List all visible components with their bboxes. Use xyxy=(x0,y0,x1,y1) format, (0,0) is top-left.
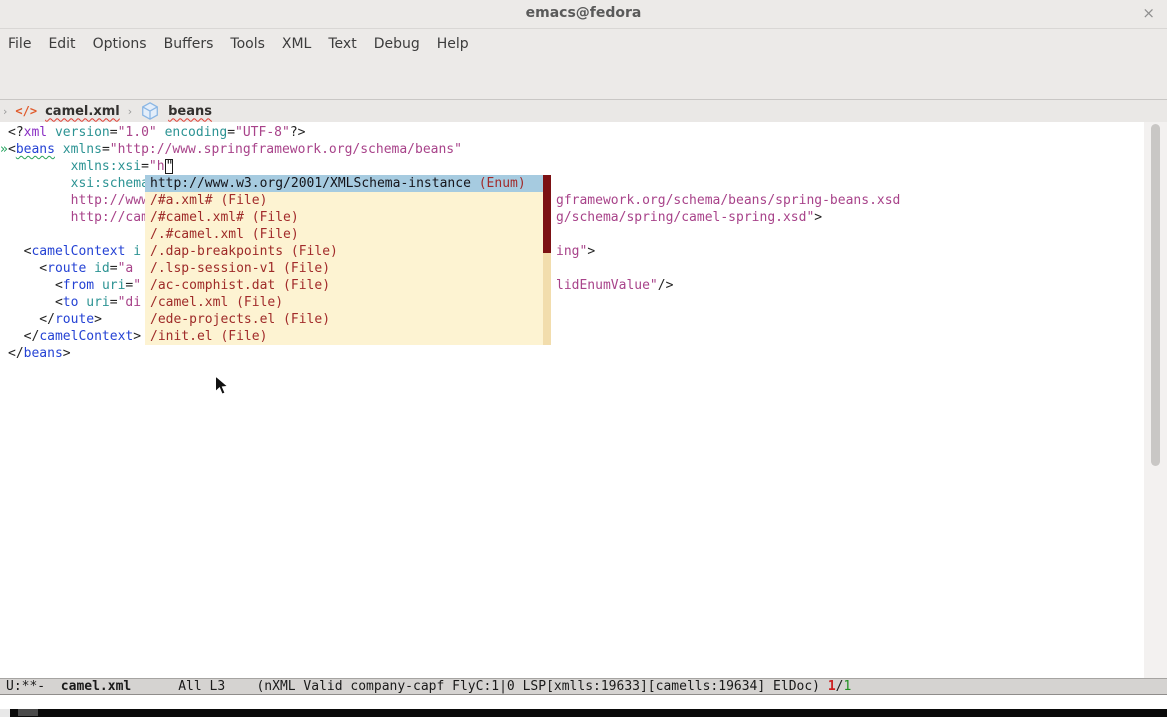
completion-item[interactable]: /init.el (File) xyxy=(145,328,551,345)
completion-item[interactable]: /ac-comphist.dat (File) xyxy=(145,277,551,294)
menu-bar: File Edit Options Buffers Tools XML Text Debug H… xyxy=(0,29,1167,58)
modeline-ok-count[interactable]: 1 xyxy=(843,679,851,694)
close-icon[interactable]: × xyxy=(1142,5,1155,21)
breadcrumb-node[interactable]: beans xyxy=(168,104,212,119)
breadcrumb-root-chevron: › xyxy=(3,105,7,118)
completion-item[interactable]: http://www.w3.org/2001/XMLSchema-instanc… xyxy=(145,175,551,192)
menu-item-options[interactable]: Options xyxy=(93,36,147,52)
popup-scrollbar[interactable] xyxy=(543,175,551,345)
echo-area[interactable] xyxy=(0,695,1167,709)
menu-item-buffers[interactable]: Buffers xyxy=(164,36,214,52)
menu-item-xml[interactable]: XML xyxy=(282,36,311,52)
menu-item-text[interactable]: Text xyxy=(328,36,356,52)
completion-item[interactable]: /#camel.xml# (File) xyxy=(145,209,551,226)
window-scrollbar-thumb[interactable] xyxy=(1151,124,1160,466)
tool-bar: Save Undo xyxy=(0,58,1167,100)
popup-scrollbar-thumb[interactable] xyxy=(543,175,551,253)
code-line[interactable]: <?xml version="1.0" encoding="UTF-8"?> xyxy=(0,124,1144,141)
xml-tag-icon: </> xyxy=(15,104,37,118)
breadcrumb-file[interactable]: camel.xml xyxy=(45,104,120,119)
completion-popup: http://www.w3.org/2001/XMLSchema-instanc… xyxy=(145,175,551,345)
fringe-indicator-icon: » xyxy=(0,141,8,158)
breadcrumb-separator: › xyxy=(128,105,132,118)
cube-icon xyxy=(140,101,160,121)
code-line[interactable]: </beans> xyxy=(0,345,1144,362)
completion-item[interactable]: /.lsp-session-v1 (File) xyxy=(145,260,551,277)
code-line[interactable]: »<beans xmlns="http://www.springframewor… xyxy=(0,141,1144,158)
bottom-edge xyxy=(10,709,1167,717)
modeline-status: U:**- xyxy=(6,679,61,694)
code-line[interactable]: xmlns:xsi="h" xyxy=(0,158,1144,175)
completion-item[interactable]: /.#camel.xml (File) xyxy=(145,226,551,243)
completion-item[interactable]: /camel.xml (File) xyxy=(145,294,551,311)
menu-item-debug[interactable]: Debug xyxy=(374,36,420,52)
modeline-buffer-name[interactable]: camel.xml xyxy=(61,679,131,694)
mode-line: U:**- camel.xml All L3 (nXML Valid compa… xyxy=(0,678,1167,695)
bottom-patch xyxy=(18,709,38,716)
menu-item-tools[interactable]: Tools xyxy=(230,36,265,52)
modeline-info: All L3 (nXML Valid company-capf FlyC:1|0… xyxy=(131,679,828,694)
breadcrumb: › </> camel.xml › beans xyxy=(0,100,1167,122)
mouse-cursor-icon xyxy=(214,375,230,401)
menu-item-file[interactable]: File xyxy=(8,36,31,52)
menu-item-edit[interactable]: Edit xyxy=(48,36,75,52)
completion-item[interactable]: /.dap-breakpoints (File) xyxy=(145,243,551,260)
bottom-corner xyxy=(0,709,10,717)
window-title: emacs@fedora xyxy=(0,5,1167,21)
window-scrollbar[interactable] xyxy=(1144,122,1167,678)
modeline-error-count[interactable]: 1 xyxy=(828,679,836,694)
completion-item[interactable]: /ede-projects.el (File) xyxy=(145,311,551,328)
completion-item[interactable]: /#a.xml# (File) xyxy=(145,192,551,209)
completion-list: http://www.w3.org/2001/XMLSchema-instanc… xyxy=(145,175,551,345)
title-bar: emacs@fedora × xyxy=(0,0,1167,29)
menu-item-help[interactable]: Help xyxy=(437,36,469,52)
